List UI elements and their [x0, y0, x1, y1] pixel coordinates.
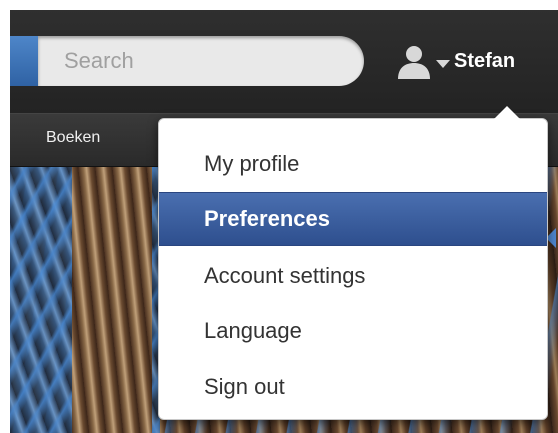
- user-name: Stefan: [454, 49, 516, 72]
- caret-down-icon: [436, 56, 450, 68]
- background-image-trunk: [72, 167, 152, 433]
- menu-item-label: Preferences: [204, 206, 330, 231]
- user-menu-toggle[interactable]: Stefan: [394, 36, 515, 86]
- header-accent: [10, 36, 38, 86]
- user-icon: [394, 41, 434, 81]
- search-input[interactable]: [62, 47, 346, 75]
- app-window: Stefan Boeken My profile Preferences Acc…: [10, 10, 558, 433]
- menu-item-account-settings[interactable]: Account settings: [159, 249, 547, 303]
- menu-item-label: My profile: [204, 151, 300, 176]
- nav-item-boeken[interactable]: Boeken: [46, 129, 100, 147]
- menu-item-label: Account settings: [204, 263, 366, 288]
- menu-item-preferences[interactable]: Preferences: [159, 192, 547, 246]
- menu-item-language[interactable]: Language: [159, 304, 547, 358]
- dropdown-pointer: [494, 106, 520, 119]
- menu-item-label: Language: [204, 318, 302, 343]
- user-dropdown-menu: My profile Preferences Account settings …: [158, 118, 548, 420]
- menu-item-my-profile[interactable]: My profile: [159, 137, 547, 191]
- menu-item-sign-out[interactable]: Sign out: [159, 360, 547, 414]
- menu-item-label: Sign out: [204, 374, 285, 399]
- header-bar: Stefan: [10, 10, 558, 113]
- search-box[interactable]: [38, 36, 364, 86]
